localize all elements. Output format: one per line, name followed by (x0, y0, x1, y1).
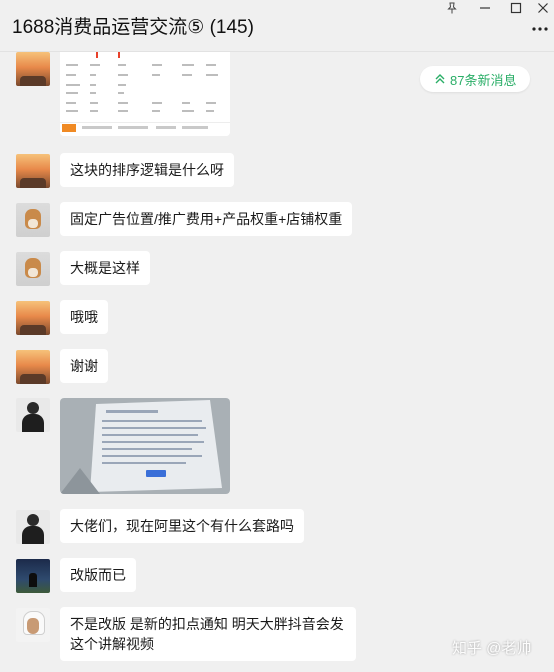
pin-icon (447, 2, 457, 14)
double-chevron-up-icon (435, 74, 445, 84)
new-messages-button[interactable]: 87条新消息 (420, 66, 531, 92)
more-dots-icon (532, 27, 548, 31)
avatar-night[interactable] (16, 559, 50, 593)
message-bubble[interactable]: 改版而已 (60, 558, 136, 592)
minimize-icon (480, 7, 490, 9)
avatar-man[interactable] (16, 398, 50, 432)
close-icon (538, 3, 548, 13)
message-bubble[interactable]: 大佬们，现在阿里这个有什么套路吗 (60, 509, 304, 543)
new-messages-label: 87条新消息 (450, 72, 517, 88)
table-screenshot-image (60, 52, 230, 136)
avatar-sunset[interactable] (16, 301, 50, 335)
avatar-man[interactable] (16, 510, 50, 544)
pin-button[interactable] (437, 0, 467, 16)
message-list[interactable]: 87条新消息 这块的排序逻辑是什么呀 固定广告位置/推广费用+产品权重+店铺权重… (0, 52, 554, 672)
title-bar: 1688消费品运营交流⑤ (145) (0, 0, 554, 52)
message-bubble[interactable]: 大概是这样 (60, 251, 150, 285)
message-bubble[interactable]: 固定广告位置/推广费用+产品权重+店铺权重 (60, 202, 353, 236)
document-photo-image (60, 398, 230, 494)
message-bubble[interactable]: 这块的排序逻辑是什么呀 (60, 153, 234, 187)
image-message-table-screenshot[interactable] (60, 52, 230, 136)
avatar-sunset[interactable] (16, 350, 50, 384)
avatar-dog[interactable] (16, 252, 50, 286)
watermark: 知乎 @老帅 (452, 640, 532, 657)
avatar-sunset[interactable] (16, 52, 50, 86)
chat-title: 1688消费品运营交流⑤ (145) (12, 17, 254, 38)
more-options-button[interactable] (530, 22, 550, 36)
close-button[interactable] (528, 0, 554, 16)
maximize-icon (510, 2, 522, 14)
avatar-arab[interactable] (16, 608, 50, 642)
message-bubble[interactable]: 不是改版 是新的扣点通知 明天大胖抖音会发这个讲解视频 (60, 607, 356, 661)
image-message-document-photo[interactable] (60, 398, 230, 494)
minimize-button[interactable] (470, 0, 500, 16)
avatar-dog[interactable] (16, 203, 50, 237)
maximize-button[interactable] (501, 0, 531, 16)
message-bubble[interactable]: 谢谢 (60, 349, 108, 383)
message-bubble[interactable]: 哦哦 (60, 300, 108, 334)
avatar-sunset[interactable] (16, 154, 50, 188)
